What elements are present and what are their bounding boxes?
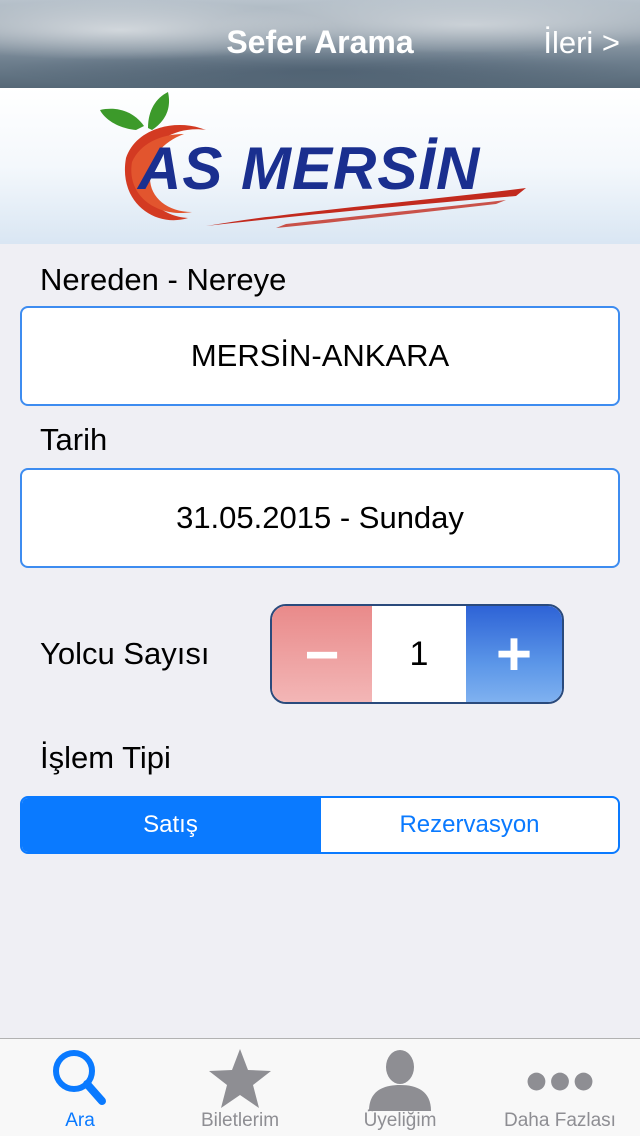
date-value: 31.05.2015 - Sunday	[176, 500, 464, 535]
route-field[interactable]: MERSİN-ANKARA	[20, 306, 620, 406]
transaction-type-label: İşlem Tipi	[40, 740, 171, 775]
logo-wordmark: AS MERSİN	[138, 135, 481, 202]
tab-more[interactable]: Daha Fazlası	[480, 1039, 640, 1136]
passenger-count-label: Yolcu Sayısı	[40, 636, 210, 671]
segment-sale[interactable]: Satış	[22, 798, 319, 852]
segment-reservation[interactable]: Rezervasyon	[319, 798, 618, 852]
search-icon	[45, 1047, 115, 1111]
passenger-stepper: − 1 +	[270, 604, 564, 704]
tab-bar: Ara Biletlerim Üyeliğim Daha Fazlası	[0, 1038, 640, 1136]
star-icon	[205, 1047, 275, 1111]
next-button[interactable]: İleri >	[543, 25, 620, 61]
increment-button[interactable]: +	[466, 606, 562, 702]
date-label: Tarih	[40, 422, 108, 457]
person-icon	[365, 1047, 435, 1111]
tab-membership[interactable]: Üyeliğim	[320, 1039, 480, 1136]
decrement-button[interactable]: −	[272, 606, 372, 702]
tab-search[interactable]: Ara	[0, 1039, 160, 1136]
tab-label: Daha Fazlası	[504, 1110, 616, 1131]
tab-label: Üyeliğim	[363, 1110, 437, 1131]
brand-banner: AS MERSİN	[0, 88, 640, 244]
tab-label: Ara	[65, 1110, 95, 1131]
more-icon	[525, 1047, 595, 1111]
minus-icon: −	[304, 620, 340, 688]
tab-tickets[interactable]: Biletlerim	[160, 1039, 320, 1136]
route-label: Nereden - Nereye	[40, 262, 287, 297]
plus-icon: +	[495, 619, 533, 689]
date-field[interactable]: 31.05.2015 - Sunday	[20, 468, 620, 568]
tab-label: Biletlerim	[200, 1110, 280, 1131]
passenger-count-value: 1	[372, 606, 466, 702]
route-value: MERSİN-ANKARA	[190, 338, 450, 373]
navigation-bar: Sefer Arama İleri >	[0, 0, 640, 88]
transaction-type-segmented-control: Satış Rezervasyon	[20, 796, 620, 854]
